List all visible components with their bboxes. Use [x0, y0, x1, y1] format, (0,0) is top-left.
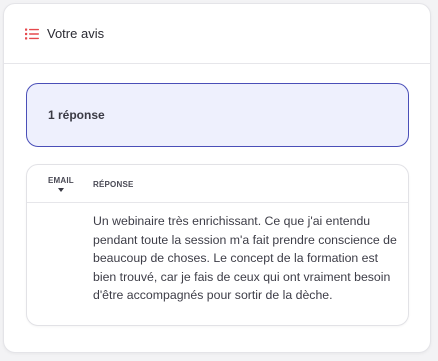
responses-table: EMAIL RÉPONSE Un webinaire très enrichis…: [26, 164, 409, 326]
column-header-email-label: EMAIL: [48, 176, 74, 185]
response-count: 1 réponse: [48, 108, 105, 122]
table-header: EMAIL RÉPONSE: [27, 165, 408, 203]
response-cell: Un webinaire très enrichissant. Ce que j…: [93, 214, 397, 302]
column-header-email[interactable]: EMAIL: [48, 176, 74, 192]
card-title: Votre avis: [47, 26, 105, 41]
response-count-box: 1 réponse: [26, 83, 409, 147]
column-header-response: RÉPONSE: [93, 180, 134, 189]
feedback-card: Votre avis 1 réponse EMAIL RÉPONSE Un we…: [3, 3, 431, 353]
list-icon: [25, 28, 39, 39]
card-header: Votre avis: [4, 4, 430, 64]
sort-down-icon[interactable]: [57, 188, 64, 192]
